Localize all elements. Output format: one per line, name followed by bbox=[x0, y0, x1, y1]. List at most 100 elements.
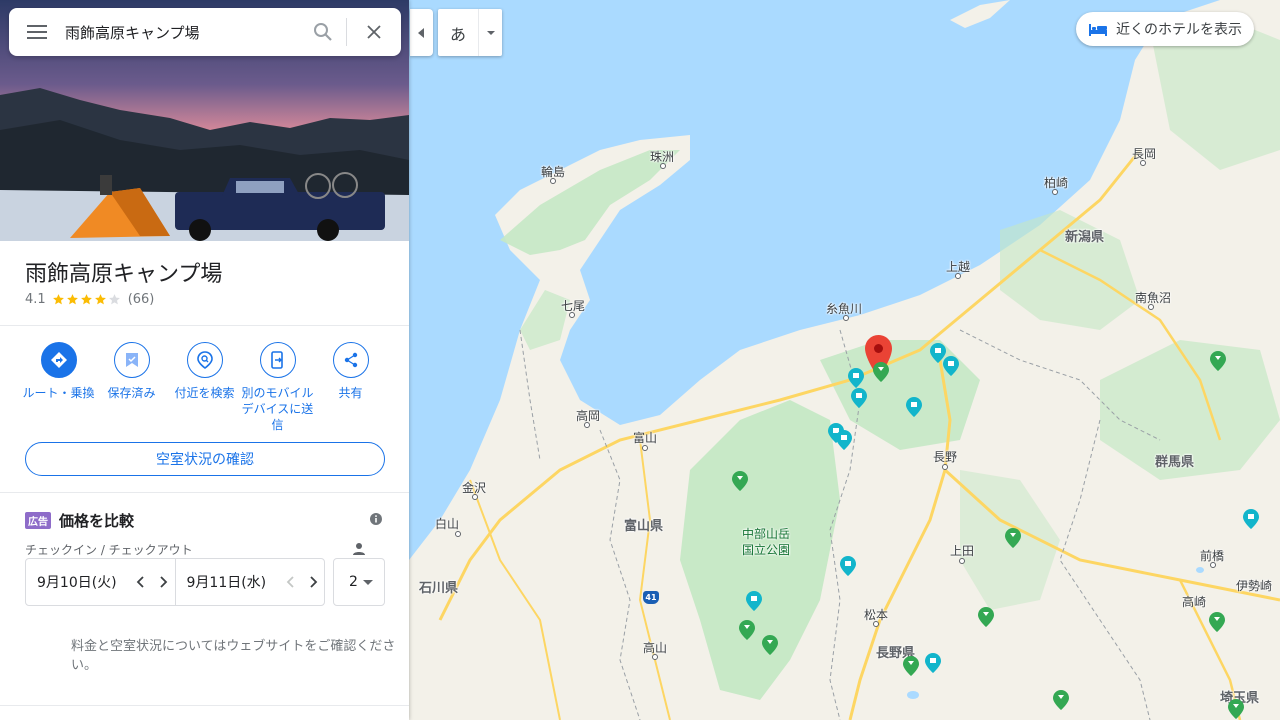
map-label-ueda: 上田 bbox=[950, 544, 975, 558]
send-to-phone-circle bbox=[259, 342, 296, 378]
star-empty-icon bbox=[108, 294, 120, 305]
review-count[interactable]: (66) bbox=[128, 292, 155, 307]
park-pin-green[interactable] bbox=[739, 620, 755, 640]
place-pin-teal[interactable] bbox=[851, 388, 867, 408]
chevron-right-icon[interactable] bbox=[156, 575, 170, 589]
hamburger-menu-icon bbox=[27, 25, 47, 39]
bed-icon bbox=[1089, 24, 1107, 36]
town-dot bbox=[584, 422, 590, 428]
map-label-gunma-pref: 群馬県 bbox=[1155, 455, 1195, 470]
place-pin-teal[interactable] bbox=[746, 591, 762, 611]
send-to-phone-label: 別のモバイルデバイスに送信 bbox=[241, 386, 314, 432]
guests-select[interactable]: 2 bbox=[333, 558, 385, 606]
price-note: 料金と空室状況についてはウェブサイトをご確認ください。 bbox=[71, 639, 396, 673]
park-pin-green[interactable] bbox=[1228, 699, 1244, 719]
place-pin-teal[interactable] bbox=[906, 397, 922, 417]
check-availability-button[interactable]: 空室状況の確認 bbox=[25, 442, 385, 476]
campground-pin-green[interactable] bbox=[873, 362, 889, 382]
menu-button[interactable] bbox=[9, 8, 65, 56]
search-icon bbox=[314, 23, 332, 41]
route-shield: 41 bbox=[643, 591, 659, 604]
guests-value: 2 bbox=[349, 574, 358, 590]
share-icon bbox=[344, 352, 357, 368]
search-button[interactable] bbox=[300, 8, 346, 56]
divider bbox=[0, 325, 409, 326]
map-label-toyama: 富山 bbox=[633, 431, 658, 445]
park-pin-green[interactable] bbox=[762, 635, 778, 655]
town-dot bbox=[942, 464, 948, 470]
park-pin-green[interactable] bbox=[1209, 612, 1225, 632]
place-pin-teal[interactable] bbox=[943, 356, 959, 376]
saved-button[interactable]: 保存済み bbox=[95, 342, 168, 433]
park-pin-green[interactable] bbox=[1210, 351, 1226, 371]
park-pin-green[interactable] bbox=[903, 656, 919, 676]
rating-row[interactable]: 4.1 (66) bbox=[25, 292, 154, 307]
divider bbox=[0, 492, 409, 493]
place-pin-teal[interactable] bbox=[925, 653, 941, 673]
town-dot bbox=[652, 654, 658, 660]
rating-stars bbox=[52, 293, 122, 306]
ad-badge: 広告 bbox=[25, 512, 51, 529]
place-photo[interactable] bbox=[0, 0, 409, 241]
park-pin-green[interactable] bbox=[1005, 528, 1021, 548]
divider bbox=[0, 705, 409, 706]
town-dot bbox=[455, 531, 461, 537]
place-panel: 雨飾高原キャンプ場 4.1 (66) ルート・乗換 bbox=[0, 0, 409, 720]
share-button[interactable]: 共有 bbox=[314, 342, 387, 433]
nearby-hotels-chip[interactable]: 近くのホテルを表示 bbox=[1076, 12, 1254, 46]
park-pin-green[interactable] bbox=[732, 471, 748, 491]
checkin-checkout-label: チェックイン / チェックアウト bbox=[25, 543, 193, 557]
send-to-phone-button[interactable]: 別のモバイルデバイスに送信 bbox=[241, 342, 314, 433]
chevron-left-icon bbox=[286, 576, 294, 588]
nearby-icon bbox=[196, 351, 213, 369]
checkin-date-field[interactable]: 9月10日(火) bbox=[26, 559, 175, 605]
info-icon[interactable] bbox=[369, 512, 383, 526]
place-pin-teal[interactable] bbox=[840, 556, 856, 576]
input-method-button[interactable]: あ bbox=[438, 9, 502, 56]
caret-left-icon bbox=[417, 27, 424, 38]
map-label-niigata-pref: 新潟県 bbox=[1065, 230, 1105, 245]
park-pin-green[interactable] bbox=[978, 607, 994, 627]
checkout-date-field[interactable]: 9月11日(水) bbox=[176, 559, 325, 605]
search-box bbox=[9, 8, 401, 56]
star-filled-icon bbox=[52, 294, 64, 305]
action-buttons: ルート・乗換 保存済み 付近を検索 別のモバイルデバイスに送信 共有 bbox=[22, 342, 387, 433]
chevron-left-icon[interactable] bbox=[134, 575, 148, 589]
town-dot bbox=[1052, 189, 1058, 195]
close-icon bbox=[367, 25, 381, 39]
bookmark-icon bbox=[125, 353, 138, 367]
town-dot bbox=[569, 312, 575, 318]
town-dot bbox=[873, 621, 879, 627]
input-method-char: あ bbox=[449, 24, 466, 44]
chevron-right-icon[interactable] bbox=[306, 575, 320, 589]
search-nearby-circle bbox=[186, 342, 223, 378]
collapse-panel-button[interactable] bbox=[410, 9, 433, 56]
town-dot bbox=[843, 315, 849, 321]
park-pin-green[interactable] bbox=[1053, 690, 1069, 710]
date-range-picker: 9月10日(火) 9月11日(水) bbox=[25, 558, 325, 606]
share-circle bbox=[332, 342, 369, 378]
caret-down-icon bbox=[486, 30, 495, 35]
rating-value: 4.1 bbox=[25, 292, 46, 307]
send-to-phone-icon bbox=[270, 351, 283, 369]
place-pin-teal[interactable] bbox=[836, 430, 852, 450]
search-input[interactable] bbox=[65, 12, 300, 52]
town-dot bbox=[660, 163, 666, 169]
caret-down-icon bbox=[362, 579, 373, 585]
nearby-hotels-label: 近くのホテルを表示 bbox=[1116, 22, 1242, 38]
place-pin-teal[interactable] bbox=[1243, 509, 1259, 529]
map-label-nagano: 長野 bbox=[933, 450, 958, 464]
input-method-dropdown[interactable] bbox=[478, 9, 502, 56]
map-label-minamiuonuma: 南魚沼 bbox=[1135, 291, 1172, 305]
saved-circle bbox=[113, 342, 150, 378]
town-dot bbox=[472, 494, 478, 500]
star-filled-icon bbox=[94, 294, 106, 305]
town-dot bbox=[550, 178, 556, 184]
clear-search-button[interactable] bbox=[347, 8, 401, 56]
search-nearby-button[interactable]: 付近を検索 bbox=[168, 342, 241, 433]
star-filled-icon bbox=[66, 294, 78, 305]
directions-icon bbox=[50, 352, 67, 368]
place-pin-teal[interactable] bbox=[848, 368, 864, 388]
share-label: 共有 bbox=[338, 386, 363, 400]
directions-button[interactable]: ルート・乗換 bbox=[22, 342, 95, 433]
